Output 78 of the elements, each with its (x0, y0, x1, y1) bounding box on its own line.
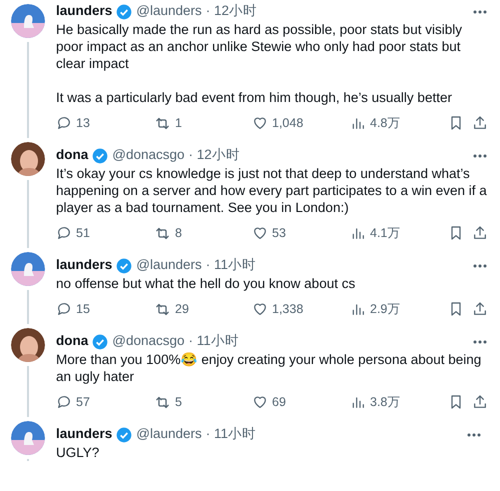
share-icon[interactable] (472, 301, 488, 317)
user-name[interactable]: dona (56, 331, 88, 352)
post-time: · 12小时 (206, 2, 258, 20)
like-button[interactable]: 53 (252, 224, 350, 242)
speech-bubble-icon (56, 394, 72, 410)
post-time: · 11小时 (188, 332, 239, 350)
heart-icon (252, 394, 268, 410)
repost-button[interactable]: 8 (154, 224, 252, 242)
avatar[interactable] (11, 4, 45, 38)
heart-icon (252, 115, 268, 131)
count: 5 (175, 394, 182, 411)
verified-badge-icon (116, 258, 132, 274)
heart-icon (252, 225, 268, 241)
count: 69 (272, 394, 286, 411)
views-button[interactable]: 2.9万 (350, 300, 448, 318)
post-text: It’s okay your cs knowledge is just not that deep to understand what’s happening on a server and how every part participates to a win even if a player as a bad tournament. See you in London:) (56, 165, 488, 216)
speech-bubble-icon (56, 115, 72, 131)
post-text: More than you 100%😂 enjoy creating your whole persona about being an ugly hater (56, 351, 482, 385)
count: 53 (272, 224, 286, 242)
count: 4.8万 (370, 114, 400, 132)
more-icon[interactable] (472, 154, 488, 158)
heart-icon (252, 301, 268, 317)
share-icon[interactable] (472, 225, 488, 241)
count: 1,338 (272, 300, 304, 318)
user-handle[interactable]: @launders (136, 424, 202, 445)
count: 15 (76, 300, 90, 318)
share-icon[interactable] (472, 115, 488, 131)
post-text: no offense but what the hell do you know about cs (56, 275, 356, 292)
more-icon[interactable] (472, 10, 488, 14)
like-button[interactable]: 1,048 (252, 114, 350, 132)
verified-badge-icon (116, 4, 132, 20)
count: 57 (76, 394, 90, 411)
count: 4.1万 (370, 224, 400, 242)
repost-button[interactable]: 1 (154, 114, 252, 132)
share-icon[interactable] (472, 394, 488, 410)
count: 51 (76, 224, 90, 242)
views-button[interactable]: 3.8万 (350, 392, 448, 412)
speech-bubble-icon (56, 225, 72, 241)
user-handle[interactable]: @launders (136, 1, 202, 22)
count: 1,048 (272, 114, 304, 132)
more-icon[interactable] (466, 432, 482, 436)
verified-badge-icon (116, 426, 132, 442)
repost-button[interactable]: 5 (154, 392, 252, 412)
like-button[interactable]: 69 (252, 392, 350, 412)
avatar[interactable] (11, 421, 45, 455)
count: 13 (76, 114, 90, 132)
speech-bubble-icon (56, 301, 72, 317)
user-name[interactable]: launders (56, 424, 112, 445)
user-name[interactable]: dona (56, 145, 88, 166)
like-button[interactable]: 1,338 (252, 300, 350, 318)
post-text: It was a particularly bad event from him though, he’s usually better (56, 89, 453, 106)
reply-button[interactable]: 15 (56, 300, 154, 318)
more-icon[interactable] (472, 340, 488, 344)
reply-button[interactable]: 51 (56, 224, 154, 242)
post-time: · 12小时 (188, 146, 240, 164)
user-name[interactable]: launders (56, 1, 112, 22)
count: 8 (175, 224, 182, 242)
post-text: UGLY? (56, 444, 100, 461)
post-time: · 11小时 (206, 425, 256, 444)
user-handle[interactable]: @donacsgo (112, 331, 185, 352)
reply-button[interactable]: 13 (56, 114, 154, 132)
post-time: · 11小时 (206, 256, 256, 274)
more-icon[interactable] (472, 264, 488, 268)
post-text: He basically made the run as hard as possible, poor stats but visibly poor impact as an anchor unlike Stewie who only had poor stats but clear impact (56, 21, 463, 72)
avatar[interactable] (11, 252, 45, 286)
user-name[interactable]: launders (56, 255, 112, 276)
verified-badge-icon (92, 148, 108, 164)
user-handle[interactable]: @launders (136, 255, 202, 276)
user-handle[interactable]: @donacsgo (112, 145, 185, 166)
count: 29 (175, 300, 189, 318)
count: 2.9万 (370, 300, 400, 318)
reply-button[interactable]: 57 (56, 392, 154, 412)
repost-button[interactable]: 29 (154, 300, 252, 318)
views-button[interactable]: 4.8万 (350, 114, 448, 132)
count: 3.8万 (370, 394, 400, 411)
verified-badge-icon (92, 334, 108, 350)
views-button[interactable]: 4.1万 (350, 224, 448, 242)
count: 1 (175, 114, 182, 132)
